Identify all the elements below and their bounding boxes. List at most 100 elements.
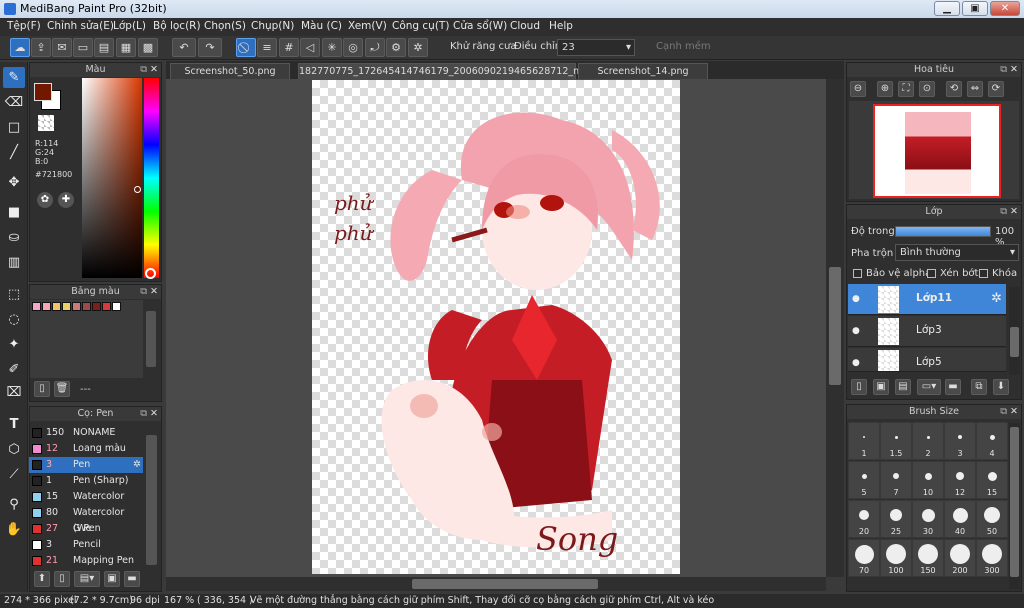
undock-icon[interactable]: ⧉ (140, 63, 147, 77)
palette-swatch[interactable] (32, 302, 41, 311)
brush-size-scrollbar[interactable] (1009, 423, 1020, 589)
layer-row[interactable]: ● Lớp5 (848, 348, 1006, 372)
tab-active-document[interactable]: 182770775_172645414746179_20060902194656… (298, 63, 597, 92)
brush-list-scrollbar[interactable] (146, 435, 157, 565)
close-icon[interactable]: ✕ (1010, 405, 1018, 419)
brush-menu-icon[interactable]: ▤▾ (74, 571, 100, 587)
horizontal-scroll-thumb[interactable] (412, 579, 598, 589)
undock-icon[interactable]: ⧉ (1000, 63, 1007, 77)
close-icon[interactable]: ✕ (1010, 205, 1018, 219)
merge-layer-icon[interactable]: ⬇ (993, 379, 1009, 395)
rotate-right-icon[interactable]: ⟳ (988, 81, 1004, 97)
perspective-snap-icon[interactable]: ◁ (300, 38, 320, 57)
hue-slider[interactable] (144, 78, 159, 279)
menu-cloud[interactable]: Cloud (510, 20, 540, 32)
divide-tool-icon[interactable]: ⟋ (3, 464, 25, 485)
layer-scroll-thumb[interactable] (1010, 327, 1019, 357)
navigator-viewport[interactable] (873, 104, 1001, 198)
menu-edit[interactable]: Chỉnh sửa(E) (47, 20, 114, 32)
menu-filter[interactable]: Bộ lọc(R) (153, 20, 201, 32)
dot-tool-icon[interactable]: □ (3, 117, 25, 138)
clipping-checkbox[interactable] (927, 269, 936, 278)
menu-file[interactable]: Tệp(F) (7, 20, 41, 32)
brush-item-selected[interactable]: 3 Pen ✲ (29, 457, 143, 473)
delete-palette-icon[interactable]: 🗑 (54, 381, 70, 397)
visibility-icon[interactable]: ● (852, 326, 860, 336)
radial-snap-icon[interactable]: ✳ (322, 38, 342, 57)
brush-size-option[interactable]: 15 (976, 461, 1008, 499)
hand-tool-icon[interactable]: ✋ (3, 519, 25, 540)
operation-tool-icon[interactable]: ⬡ (3, 439, 25, 460)
brush-item[interactable]: 27 G Pen (29, 521, 143, 537)
saturation-value-picker[interactable] (82, 78, 142, 278)
zoom-actual-icon[interactable]: ⊙ (919, 81, 935, 97)
gear-icon[interactable]: ✲ (133, 457, 141, 473)
brush-folder-icon[interactable]: ▬ (124, 571, 140, 587)
gear-icon[interactable]: ✲ (408, 38, 428, 57)
grid-snap-icon[interactable]: # (279, 38, 299, 57)
navigator-preview-area[interactable] (849, 101, 1019, 199)
fill-shape-tool-icon[interactable]: ■ (3, 202, 25, 223)
layer-scrollbar[interactable] (1009, 287, 1020, 375)
foreground-color-swatch[interactable] (34, 83, 52, 101)
brush-item[interactable]: 15 Watercolor (29, 489, 143, 505)
color-add-icon[interactable]: ✚ (58, 192, 74, 208)
new-palette-icon[interactable]: ▯ (34, 381, 50, 397)
layer-folder-icon[interactable]: ▬ (945, 379, 961, 395)
zoom-out-icon[interactable]: ⊖ (850, 81, 866, 97)
new-layer-icon[interactable]: ▯ (851, 379, 867, 395)
close-button[interactable]: ✕ (990, 1, 1020, 16)
palette-swatch[interactable] (102, 302, 111, 311)
lock-checkbox[interactable] (979, 269, 988, 278)
palette-scrollbar[interactable] (146, 311, 156, 367)
brush-item[interactable]: 150 NONAME (29, 425, 143, 441)
visibility-icon[interactable]: ● (852, 294, 860, 304)
layer-menu-icon[interactable]: ▭▾ (917, 379, 941, 395)
share-icon[interactable]: ⇪ (31, 38, 51, 57)
brush-size-option[interactable]: 12 (944, 461, 976, 499)
palette-swatch[interactable] (72, 302, 81, 311)
duplicate-layer-icon[interactable]: ⧉ (971, 379, 987, 395)
brush-size-option[interactable]: 40 (944, 500, 976, 538)
brush-size-option[interactable]: 3 (944, 422, 976, 460)
zoom-in-icon[interactable]: ⊕ (877, 81, 893, 97)
hue-cursor[interactable] (145, 268, 156, 279)
brush-settings-icon[interactable]: ▣ (104, 571, 120, 587)
fit-window-icon[interactable]: ⛶ (898, 81, 914, 97)
gear-icon[interactable]: ✲ (991, 291, 1002, 306)
menu-tools[interactable]: Công cụ(T) (392, 20, 449, 32)
circle-snap-icon[interactable]: ◎ (343, 38, 363, 57)
brush-size-option[interactable]: 1.5 (880, 422, 912, 460)
eraser-tool-icon[interactable]: ⌫ (3, 92, 25, 113)
text-tool-icon[interactable]: T (3, 414, 25, 435)
undock-icon[interactable]: ⧉ (140, 407, 147, 421)
close-icon[interactable]: ✕ (150, 407, 158, 421)
cloud-save-icon[interactable]: ☁ (10, 38, 30, 57)
brush-size-option[interactable]: 100 (880, 539, 912, 577)
close-icon[interactable]: ✕ (150, 63, 158, 77)
line-tool-icon[interactable]: ╱ (3, 142, 25, 163)
lasso-icon[interactable]: ◌ (3, 309, 25, 330)
transparent-color-swatch[interactable] (38, 115, 54, 131)
select-eraser-icon[interactable]: ⌧ (3, 382, 25, 403)
bucket-tool-icon[interactable]: ⛀ (3, 227, 25, 248)
brush-size-option[interactable]: 150 (912, 539, 944, 577)
brush-size-option[interactable]: 20 (848, 500, 880, 538)
parallel-snap-icon[interactable]: ≡ (257, 38, 277, 57)
palette-swatch[interactable] (62, 302, 71, 311)
brush-size-option[interactable]: 30 (912, 500, 944, 538)
palette-swatch[interactable] (92, 302, 101, 311)
menu-view[interactable]: Xem(V) (348, 20, 387, 32)
select-pen-icon[interactable]: ✐ (3, 359, 25, 380)
magic-wand-icon[interactable]: ✦ (3, 334, 25, 355)
brush-size-option[interactable]: 50 (976, 500, 1008, 538)
color-wheel-icon[interactable]: ✿ (37, 192, 53, 208)
snap-off-icon[interactable]: ⃠ (236, 38, 256, 57)
tab-screenshot-50[interactable]: Screenshot_50.png (170, 63, 290, 79)
brush-item[interactable]: 21 Mapping Pen (29, 553, 143, 569)
palette-swatch[interactable] (112, 302, 121, 311)
drawing-canvas[interactable]: phử phử Song (312, 80, 680, 574)
curve-snap-icon[interactable]: ⤾ (365, 38, 385, 57)
menu-color[interactable]: Màu (C) (301, 20, 342, 32)
brush-size-option[interactable]: 7 (880, 461, 912, 499)
